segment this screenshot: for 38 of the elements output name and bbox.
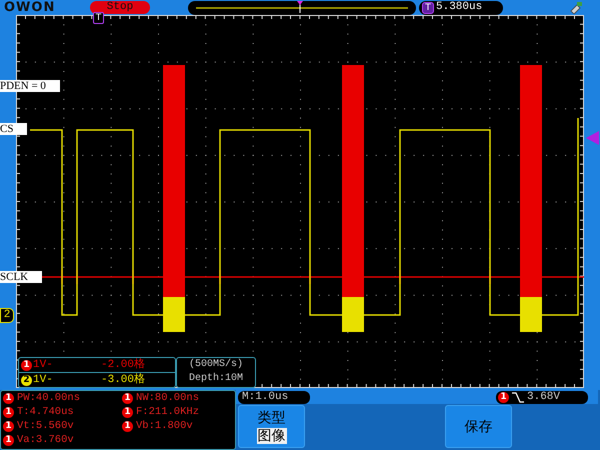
trace-label: CS: [0, 123, 28, 135]
measurement-value: Vt:5.560v: [17, 419, 74, 433]
vertical-offset: -2.00格: [101, 358, 146, 372]
channel-badge: 1: [498, 392, 509, 402]
channel-badge: 1: [122, 420, 133, 432]
channel-badge: 1: [122, 406, 133, 418]
trigger-level-arrow: [586, 131, 599, 145]
trigger-time-icon: T: [422, 2, 434, 14]
volts-per-division: 1V-: [33, 373, 54, 387]
falling-edge-icon: [512, 392, 524, 402]
measurement-value: PW:40.00ns: [17, 391, 80, 405]
volts-per-division: 1V-: [33, 358, 54, 372]
memory-depth: Depth:10M: [188, 372, 243, 386]
trace-label: SCLK: [0, 271, 42, 283]
measurement-value: T:4.740us: [17, 405, 74, 419]
channel-badge: 1: [3, 420, 14, 432]
channel-badge: 2: [21, 374, 32, 386]
channel-badge: 1: [3, 406, 14, 418]
measurement-value: F:211.0KHz: [136, 405, 200, 419]
channel-marker: 2: [0, 308, 14, 323]
sample-rate: (500MS/s): [188, 358, 243, 372]
trace-label: PDEN = 0: [0, 80, 60, 92]
trigger-position-marker: T: [93, 12, 104, 24]
measurement-value: Va:3.760v: [17, 433, 74, 447]
measurement-value: NW:80.00ns: [136, 391, 200, 405]
measurement-value: Vb:1.800v: [136, 419, 193, 433]
channel-badge: 1: [3, 392, 14, 404]
channel-badge: 1: [122, 392, 133, 404]
trigger-level: 3.68V: [527, 390, 560, 404]
menu-button[interactable]: 类型 图像: [238, 405, 305, 448]
logo: OWON: [4, 1, 56, 14]
menu-button[interactable]: 保存: [445, 405, 512, 448]
timebase-readout: M:1.0us: [238, 390, 310, 404]
channel-badge: 1: [3, 434, 14, 446]
channel-badge: 1: [21, 360, 32, 370]
vertical-offset: -3.00格: [101, 373, 146, 387]
run-state-indicator[interactable]: Stop: [90, 1, 150, 14]
trigger-time-value: 5.380us: [436, 1, 482, 14]
